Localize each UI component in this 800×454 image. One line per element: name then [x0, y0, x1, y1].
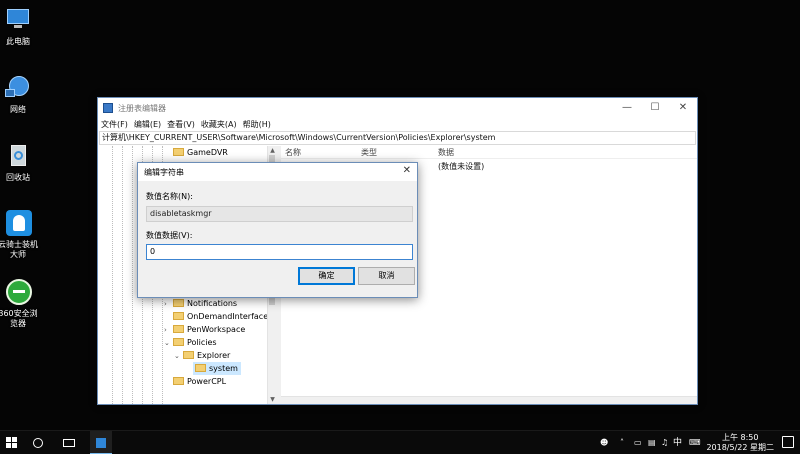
network-icon: [4, 74, 32, 102]
clock-time: 上午 8:50: [721, 433, 759, 442]
desktop-icon-recycle-bin[interactable]: 回收站: [0, 142, 38, 183]
maximize-button[interactable]: ☐: [641, 98, 669, 118]
tree-item-label: Policies: [187, 338, 217, 347]
dialog-title: 编辑字符串: [144, 168, 184, 177]
clock-date: 2018/5/22 星期二: [706, 443, 774, 452]
column-type[interactable]: 类型: [361, 146, 377, 159]
tree-guide: [112, 146, 113, 404]
desktop-icon-label: 云骑士装机大师: [0, 240, 38, 259]
battery-icon[interactable]: ▭: [634, 431, 642, 454]
taskbar-app-registry[interactable]: [90, 431, 112, 454]
tree-item-system[interactable]: system: [193, 362, 241, 375]
menu-bar: 文件(F) 编辑(E) 查看(V) 收藏夹(A) 帮助(H): [98, 118, 697, 131]
yunqishi-icon: [4, 209, 32, 237]
tree-item-penworkspace[interactable]: › PenWorkspace: [164, 323, 245, 336]
tree-item-powercpl[interactable]: PowerCPL: [164, 375, 226, 388]
folder-icon: [173, 312, 184, 320]
tree-item-label: GameDVR: [187, 148, 228, 157]
recycle-bin-icon: [4, 142, 32, 170]
scroll-up-icon[interactable]: ▲: [268, 146, 276, 155]
edit-string-dialog: 编辑字符串 ✕ 数值名称(N): disabletaskmgr 数值数据(V):…: [137, 162, 418, 298]
registry-editor-icon: [103, 103, 113, 113]
tree-item-label: PenWorkspace: [187, 325, 246, 334]
value-data-input[interactable]: 0: [146, 244, 413, 260]
start-button[interactable]: [0, 431, 22, 454]
list-horizontal-scrollbar[interactable]: [281, 396, 697, 404]
chevron-up-icon[interactable]: ˄: [620, 431, 624, 454]
folder-icon: [173, 325, 184, 333]
clock[interactable]: 上午 8:50 2018/5/22 星期二: [706, 433, 774, 453]
window-title: 注册表编辑器: [118, 104, 166, 113]
menu-edit[interactable]: 编辑(E): [134, 118, 161, 131]
folder-icon: [173, 148, 184, 156]
desktop-icon-label: 网络: [10, 105, 26, 114]
tree-item-gamedvr[interactable]: GameDVR: [164, 146, 228, 159]
tree-item-label: Explorer: [197, 351, 231, 360]
volume-icon[interactable]: ♫: [661, 431, 668, 454]
browser-360-icon: [4, 278, 32, 306]
input-method-icon[interactable]: ⌨: [689, 431, 701, 454]
task-view-button[interactable]: [58, 431, 80, 454]
folder-icon: [195, 364, 206, 372]
tree-item-policies[interactable]: ⌄ Policies: [164, 336, 217, 349]
desktop-icon-label: 360安全浏览器: [0, 309, 38, 328]
tree-item-explorer[interactable]: ⌄ Explorer: [174, 349, 230, 362]
tree-item-label: Notifications: [187, 299, 238, 308]
menu-file[interactable]: 文件(F): [101, 118, 128, 131]
dialog-body: 数值名称(N): disabletaskmgr 数值数据(V): 0 确定 取消: [138, 181, 417, 297]
tree-guide: [132, 146, 133, 404]
value-data-label: 数值数据(V):: [146, 231, 193, 240]
menu-help[interactable]: 帮助(H): [243, 118, 271, 131]
tree-guide: [122, 146, 123, 404]
computer-icon: [4, 6, 32, 34]
close-icon[interactable]: ✕: [403, 165, 411, 176]
chevron-down-icon[interactable]: ⌄: [164, 337, 173, 350]
folder-icon: [173, 338, 184, 346]
menu-favorites[interactable]: 收藏夹(A): [201, 118, 237, 131]
tree-item-label: OnDemandInterfaceC: [187, 312, 274, 321]
tree-item-label: PowerCPL: [187, 377, 227, 386]
desktop-icon-yunqishi[interactable]: 云骑士装机大师: [0, 209, 38, 260]
close-button[interactable]: ✕: [669, 98, 697, 118]
desktop-icon-label: 此电脑: [6, 37, 30, 46]
tree-item-label: system: [209, 364, 238, 373]
cortana-circle-icon: [33, 437, 43, 448]
title-bar[interactable]: 注册表编辑器 — ☐ ✕: [98, 98, 697, 118]
taskbar: ☻ ˄ ▭ ▤ ♫ 中 ⌨ 上午 8:50 2018/5/22 星期二: [0, 430, 800, 454]
desktop-icon-browser[interactable]: 360安全浏览器: [0, 278, 39, 329]
cancel-button[interactable]: 取消: [358, 267, 415, 285]
list-header: 名称 类型 数据: [281, 146, 697, 159]
registry-app-icon: [96, 437, 106, 448]
ime-indicator[interactable]: 中: [673, 431, 682, 454]
desktop-icon-label: 回收站: [6, 173, 30, 182]
ok-button[interactable]: 确定: [298, 267, 355, 285]
people-icon[interactable]: ☻: [600, 431, 608, 454]
cortana-button[interactable]: [27, 431, 49, 454]
column-name[interactable]: 名称: [285, 146, 301, 159]
list-row-data[interactable]: (数值未设置): [438, 160, 484, 173]
folder-icon: [173, 377, 184, 385]
value-name-field: disabletaskmgr: [146, 206, 413, 222]
task-view-icon: [63, 438, 75, 447]
scroll-down-icon[interactable]: ▼: [268, 395, 276, 404]
tree-item-ondemandinterface[interactable]: OnDemandInterfaceC: [164, 310, 274, 323]
folder-icon: [173, 299, 184, 307]
folder-icon: [183, 351, 194, 359]
notification-center-icon[interactable]: [782, 436, 794, 448]
address-bar[interactable]: 计算机\HKEY_CURRENT_USER\Software\Microsoft…: [99, 131, 696, 145]
minimize-button[interactable]: —: [613, 98, 641, 118]
column-data[interactable]: 数据: [438, 146, 454, 159]
windows-logo-icon: [5, 437, 17, 448]
desktop-icon-network[interactable]: 网络: [0, 74, 38, 115]
chevron-down-icon[interactable]: ⌄: [174, 350, 183, 363]
desktop-icon-computer[interactable]: 此电脑: [0, 6, 38, 47]
network-tray-icon[interactable]: ▤: [648, 431, 656, 454]
value-name-label: 数值名称(N):: [146, 192, 193, 201]
tree-item-notifications[interactable]: › Notifications: [164, 297, 237, 310]
menu-view[interactable]: 查看(V): [167, 118, 195, 131]
